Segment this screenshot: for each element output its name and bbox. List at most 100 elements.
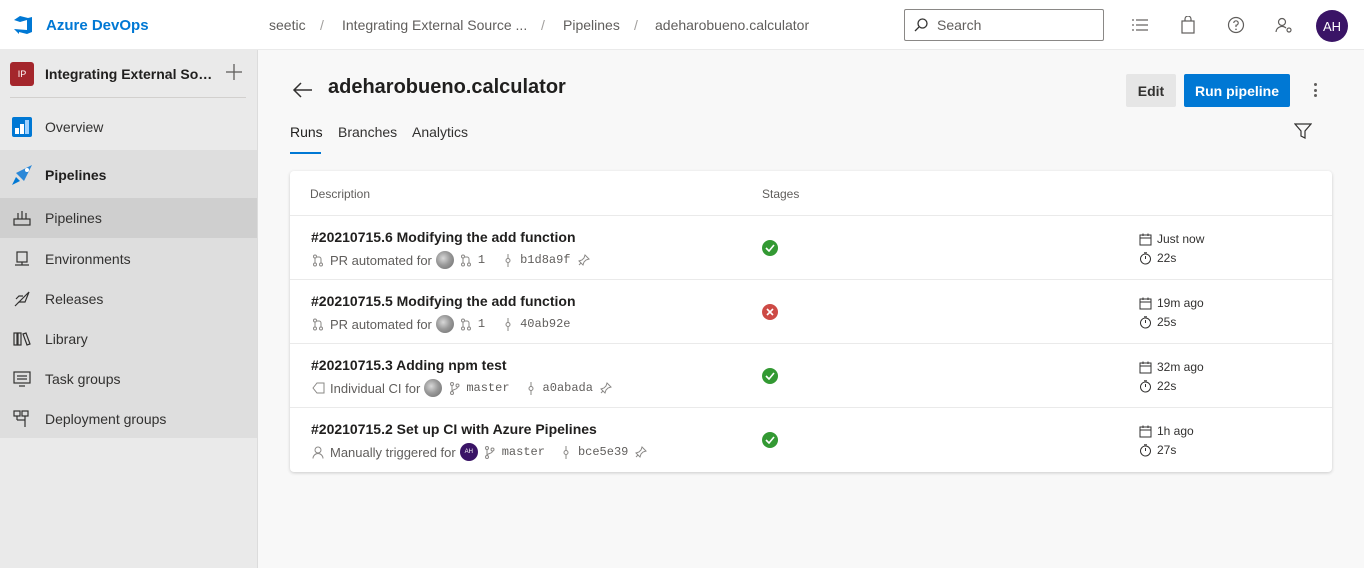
run-when: 1h ago [1157, 424, 1194, 438]
releases-rocket-icon [10, 287, 34, 311]
project-header[interactable]: IP Integrating External Source Code [10, 62, 215, 86]
sidebar-item-releases[interactable]: Releases [0, 279, 257, 319]
project-badge: IP [10, 62, 34, 86]
commit-hash[interactable]: 40ab92e [520, 317, 570, 331]
search-icon [914, 18, 928, 32]
pin-icon[interactable] [634, 445, 648, 459]
pull-request-icon [459, 253, 473, 267]
timer-icon [1139, 443, 1152, 457]
author-avatar: AH [459, 443, 478, 461]
column-header-description: Description [310, 187, 371, 201]
run-duration: 22s [1139, 379, 1176, 393]
run-details: PR automated for 1 40ab92e [311, 315, 571, 333]
sidebar-item-label: Pipelines [45, 210, 102, 226]
sidebar-item-environments[interactable]: Environments [0, 239, 257, 279]
deployment-groups-icon [10, 407, 34, 431]
run-duration-value: 27s [1157, 443, 1177, 457]
calendar-icon [1139, 233, 1152, 246]
table-row[interactable]: #20210715.5 Modifying the add function P… [290, 279, 1332, 343]
run-details: PR automated for 1 b1d8a9f [311, 251, 596, 269]
pr-number[interactable]: 1 [478, 317, 485, 331]
run-pipeline-button[interactable]: Run pipeline [1184, 74, 1290, 107]
stage-success-icon[interactable] [762, 432, 778, 448]
sidebar-item-deployment-groups[interactable]: Deployment groups [0, 399, 257, 439]
commit-hash[interactable]: bce5e39 [578, 445, 628, 459]
run-duration: 27s [1139, 443, 1176, 457]
stage-success-icon[interactable] [762, 240, 778, 256]
work-items-icon[interactable] [1130, 15, 1150, 35]
search-box[interactable] [904, 9, 1104, 41]
search-input[interactable] [937, 17, 1097, 33]
pull-request-icon [311, 253, 325, 267]
stage-success-icon[interactable] [762, 368, 778, 384]
tag-icon [311, 381, 325, 395]
run-title[interactable]: #20210715.3 Adding npm test [311, 357, 507, 373]
column-header-stages: Stages [762, 187, 800, 201]
calendar-icon [1139, 425, 1152, 438]
top-bar: Azure DevOps seetic / Integrating Extern… [0, 0, 1364, 50]
tab-analytics[interactable]: Analytics [412, 124, 468, 140]
sidebar-item-overview[interactable]: Overview [0, 107, 257, 147]
breadcrumb-separator: / [634, 17, 638, 33]
run-details: Individual CI for master a0abada [311, 379, 618, 397]
library-icon [10, 327, 34, 351]
filter-icon[interactable] [1294, 122, 1312, 140]
sidebar-item-task-groups[interactable]: Task groups [0, 359, 257, 399]
breadcrumb-project[interactable]: Integrating External Source ... [342, 17, 527, 33]
brand[interactable]: Azure DevOps [12, 14, 149, 36]
branch-name[interactable]: master [466, 381, 509, 395]
more-actions-icon[interactable] [1306, 80, 1324, 100]
back-arrow-icon[interactable] [292, 80, 314, 100]
sidebar-item-library[interactable]: Library [0, 319, 257, 359]
pr-number[interactable]: 1 [478, 253, 485, 267]
commit-icon [524, 381, 538, 395]
sidebar-item-pipelines[interactable]: Pipelines [0, 198, 257, 238]
azure-devops-logo-icon [14, 16, 32, 34]
sidebar-item-label: Library [45, 331, 88, 347]
commit-icon [501, 253, 515, 267]
branch-name[interactable]: master [502, 445, 545, 459]
sidebar-item-label: Environments [45, 251, 131, 267]
commit-hash[interactable]: b1d8a9f [520, 253, 570, 267]
add-icon[interactable] [224, 62, 244, 82]
table-row[interactable]: #20210715.2 Set up CI with Azure Pipelin… [290, 407, 1332, 471]
commit-icon [501, 317, 515, 331]
user-avatar[interactable]: AH [1316, 10, 1348, 42]
help-icon[interactable] [1226, 15, 1246, 35]
author-avatar [424, 379, 443, 397]
pull-request-icon [311, 317, 325, 331]
trigger-text: Individual CI for [330, 380, 421, 396]
breadcrumb-separator: / [320, 17, 324, 33]
run-title[interactable]: #20210715.6 Modifying the add function [311, 229, 576, 245]
run-title[interactable]: #20210715.5 Modifying the add function [311, 293, 576, 309]
sidebar-item-label: Overview [45, 119, 104, 135]
branch-icon [447, 381, 461, 395]
breadcrumb-pipeline[interactable]: adeharobueno.calculator [655, 17, 809, 33]
breadcrumb-pipelines[interactable]: Pipelines [563, 17, 620, 33]
table-row[interactable]: #20210715.6 Modifying the add function P… [290, 215, 1332, 279]
run-time: 19m ago [1139, 296, 1204, 310]
stage-failed-icon[interactable] [762, 304, 778, 320]
tab-branches[interactable]: Branches [338, 124, 397, 140]
run-time: 32m ago [1139, 360, 1204, 374]
pin-icon[interactable] [599, 381, 613, 395]
author-avatar [435, 315, 454, 333]
edit-button[interactable]: Edit [1126, 74, 1176, 107]
breadcrumb-org[interactable]: seetic [269, 17, 306, 33]
run-title[interactable]: #20210715.2 Set up CI with Azure Pipelin… [311, 421, 597, 437]
pipelines-icon [10, 206, 34, 230]
tab-runs[interactable]: Runs [290, 124, 323, 140]
brand-name: Azure DevOps [46, 16, 149, 34]
run-when: Just now [1157, 232, 1205, 246]
sidebar-item-pipelines-hub[interactable]: Pipelines [0, 155, 257, 195]
calendar-icon [1139, 297, 1152, 310]
sidebar-divider [10, 97, 246, 98]
run-duration-value: 22s [1157, 379, 1177, 393]
table-row[interactable]: #20210715.3 Adding npm test Individual C… [290, 343, 1332, 407]
pin-icon[interactable] [577, 253, 591, 267]
commit-hash[interactable]: a0abada [543, 381, 593, 395]
run-when: 32m ago [1157, 360, 1204, 374]
sidebar-item-label: Releases [45, 291, 104, 307]
user-settings-icon[interactable] [1274, 15, 1294, 35]
marketplace-bag-icon[interactable] [1178, 15, 1198, 35]
